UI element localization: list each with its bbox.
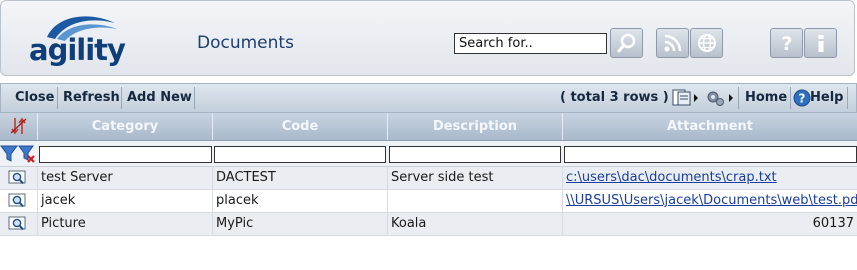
cell-description — [387, 190, 562, 212]
filter-description-input[interactable] — [389, 146, 561, 163]
search-button[interactable] — [610, 28, 643, 58]
toolbar: Close Refresh Add New ( total 3 rows ) H… — [0, 83, 857, 113]
logo-text: agility — [29, 33, 126, 67]
column-header-attachment[interactable]: Attachment — [562, 113, 857, 140]
svg-text:?: ? — [781, 33, 792, 54]
toolbar-divider — [738, 87, 739, 109]
clear-filter-icon[interactable] — [18, 144, 36, 168]
cell-category: test Server — [37, 167, 212, 189]
cell-attachment: c:\users\dac\documents\crap.txt — [562, 167, 857, 189]
toolbar-divider — [790, 87, 791, 109]
cell-code: DACTEST — [212, 167, 387, 189]
refresh-button[interactable]: Refresh — [59, 84, 124, 112]
column-header-category[interactable]: Category — [37, 113, 212, 140]
clear-sort-icon[interactable] — [9, 116, 29, 140]
gear-icon — [707, 91, 733, 106]
close-button[interactable]: Close — [11, 84, 58, 112]
agility-logo[interactable]: agility — [29, 9, 126, 71]
cell-category: Picture — [37, 213, 212, 235]
cell-code: MyPic — [212, 213, 387, 235]
app-header: agility Documents ? — [0, 0, 855, 76]
toolbar-divider — [121, 87, 122, 109]
table-row[interactable]: Picture MyPic Koala 60137 — [0, 213, 857, 236]
view-record-icon[interactable] — [8, 170, 28, 190]
toolbar-divider — [57, 87, 58, 109]
view-record-icon[interactable] — [8, 193, 28, 213]
cell-description: Koala — [387, 213, 562, 235]
magnifier-icon — [617, 33, 635, 53]
cell-description: Server side test — [387, 167, 562, 189]
rss-button[interactable] — [656, 28, 689, 58]
column-header-code[interactable]: Code — [212, 113, 387, 140]
filter-category-input[interactable] — [39, 146, 212, 163]
export-menu[interactable] — [672, 88, 702, 112]
filter-attachment-input[interactable] — [564, 146, 857, 163]
column-header-description[interactable]: Description — [387, 113, 562, 140]
view-record-icon[interactable] — [8, 216, 28, 236]
help-icon: ? — [781, 33, 792, 54]
info-icon — [818, 35, 823, 52]
attachment-link[interactable]: c:\users\dac\documents\crap.txt — [566, 170, 777, 185]
table-row[interactable]: jacek placek \\URSUS\Users\jacek\Documen… — [0, 190, 857, 213]
svg-text:?: ? — [799, 92, 806, 106]
cell-attachment: \\URSUS\Users\jacek\Documents\web\test.p… — [562, 190, 857, 212]
help-link[interactable]: Help — [806, 84, 847, 112]
cell-category: jacek — [37, 190, 212, 212]
globe-icon — [697, 34, 716, 52]
search-input[interactable] — [454, 33, 607, 54]
export-icon — [672, 89, 698, 106]
globe-button[interactable] — [690, 28, 723, 58]
rss-icon — [664, 34, 681, 52]
attachment-link[interactable]: \\URSUS\Users\jacek\Documents\web\test.p… — [566, 193, 857, 208]
toolbar-divider — [194, 87, 195, 109]
info-button[interactable] — [804, 28, 837, 58]
home-button[interactable]: Home — [741, 84, 791, 112]
filter-icon[interactable] — [0, 144, 18, 168]
table-row[interactable]: test Server DACTEST Server side test c:\… — [0, 167, 857, 190]
cell-attachment-size: 60137 — [562, 213, 857, 235]
cell-code: placek — [212, 190, 387, 212]
help-button[interactable]: ? — [770, 28, 803, 58]
filter-row — [0, 141, 857, 167]
toolbar-divider — [847, 87, 848, 109]
page-title: Documents — [197, 33, 294, 53]
add-new-button[interactable]: Add New — [123, 84, 196, 112]
filter-code-input[interactable] — [214, 146, 386, 163]
row-count-label: ( total 3 rows ) — [560, 90, 669, 105]
settings-menu[interactable] — [705, 88, 735, 112]
grid-header: Category Code Description Attachment — [0, 113, 857, 141]
